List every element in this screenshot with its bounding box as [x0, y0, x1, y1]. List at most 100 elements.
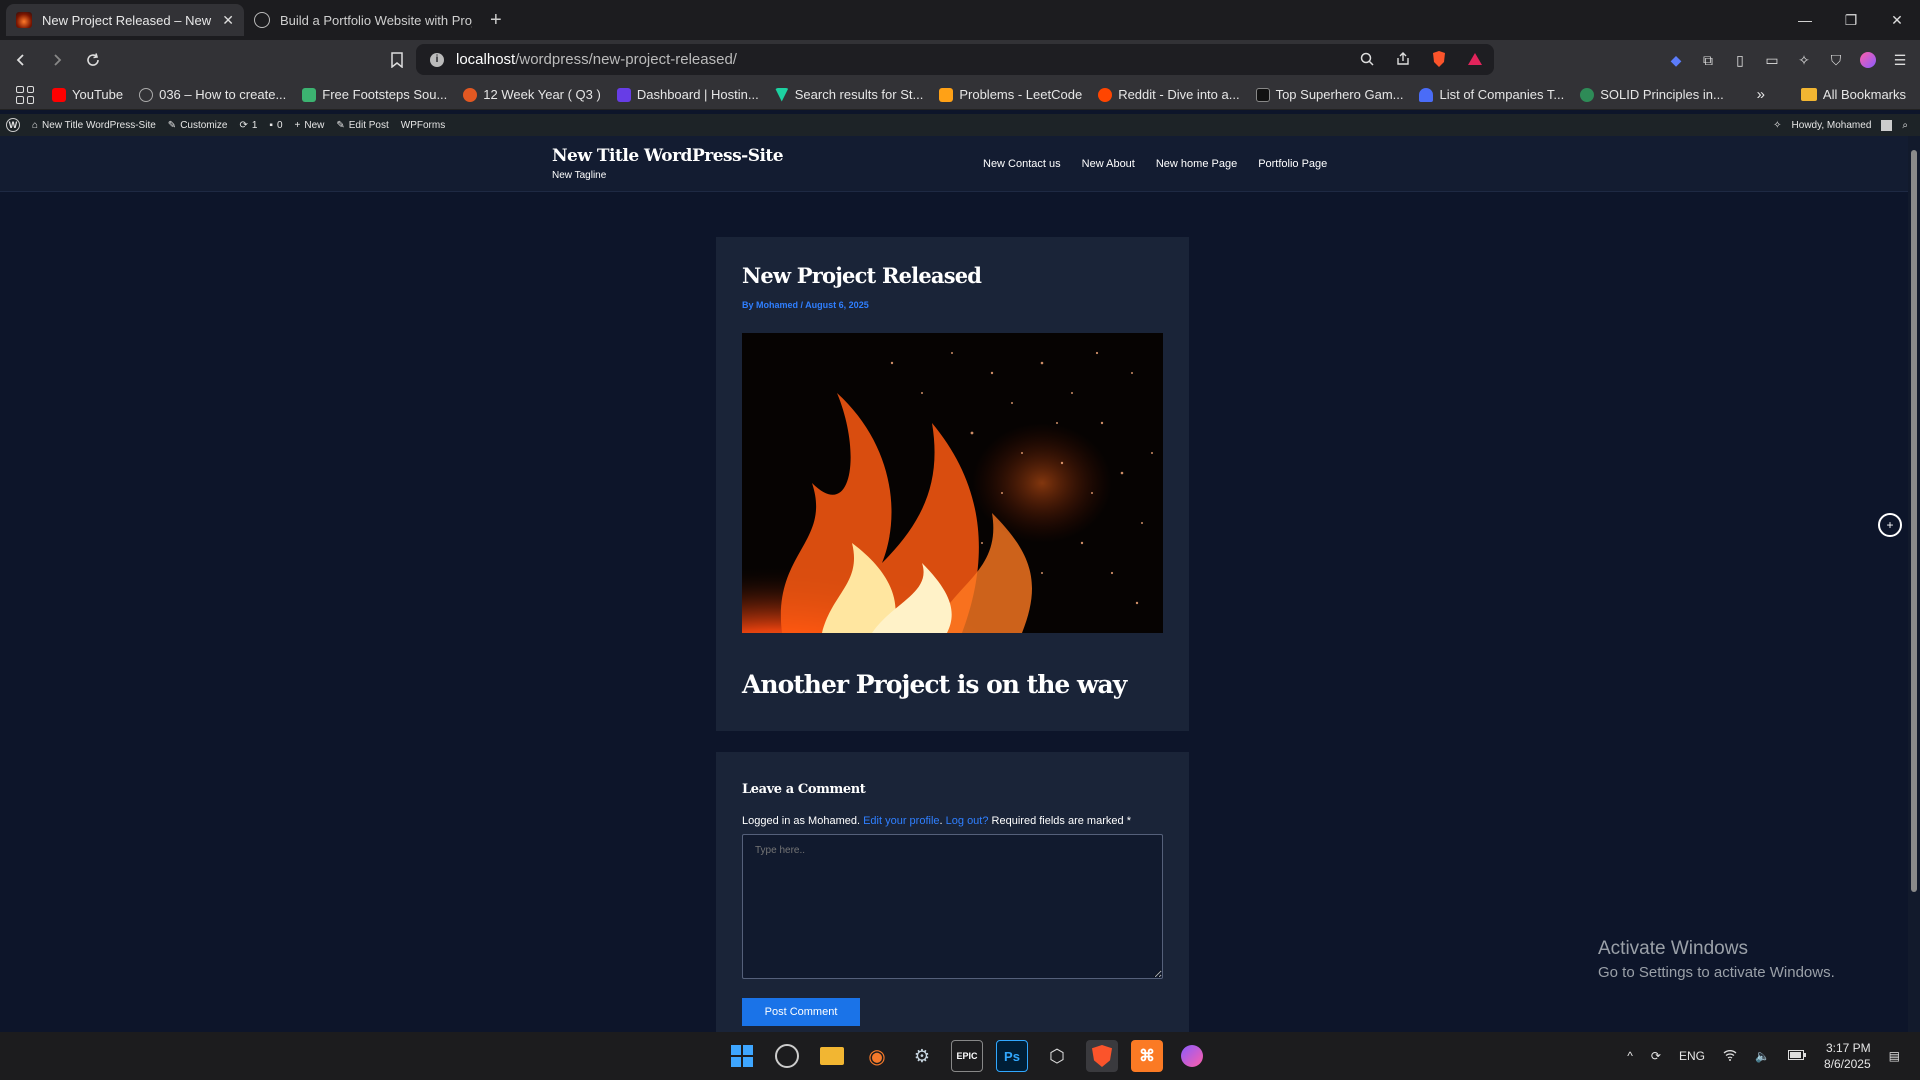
scrollbar-thumb[interactable] [1911, 150, 1917, 892]
bookmark-solid[interactable]: SOLID Principles in... [1580, 87, 1724, 102]
volume-icon[interactable]: 🔈 [1755, 1049, 1770, 1063]
howdy-user[interactable]: Howdy, Mohamed [1792, 120, 1872, 131]
sync-icon[interactable]: ⟳ [1651, 1049, 1661, 1063]
clock[interactable]: 3:17 PM 8/6/2025 [1824, 1040, 1871, 1072]
windows-start-icon[interactable] [726, 1040, 758, 1072]
wp-new[interactable]: + New [295, 120, 325, 131]
bookmark-label: Problems - LeetCode [959, 87, 1083, 102]
geeksforgeeks-icon [1580, 87, 1595, 102]
zoom-icon[interactable] [1358, 50, 1376, 68]
minimize-button[interactable]: — [1782, 0, 1828, 40]
all-bookmarks-button[interactable]: All Bookmarks [1823, 87, 1906, 102]
vpn-shield-icon[interactable]: ⛉ [1826, 50, 1846, 70]
fire-icon [463, 87, 478, 102]
battery-icon[interactable] [1787, 1049, 1806, 1063]
bookmarks-bar: YouTube 036 – How to create... Free Foot… [0, 80, 1920, 110]
tray-overflow-icon[interactable]: ^ [1627, 1049, 1633, 1063]
reload-button[interactable] [78, 45, 108, 75]
brave-rewards-icon[interactable] [1466, 50, 1484, 68]
blender-icon[interactable]: ◉ [861, 1040, 893, 1072]
menu-icon[interactable]: ☰ [1890, 50, 1910, 70]
aperture-app-icon[interactable] [775, 1044, 799, 1068]
back-button[interactable] [6, 45, 36, 75]
menu-item-portfolio[interactable]: Portfolio Page [1258, 158, 1327, 170]
restore-button[interactable]: ❐ [1828, 0, 1874, 40]
wp-site-name[interactable]: ⌂ New Title WordPress-Site [32, 120, 156, 131]
steam-icon[interactable]: ⚙ [906, 1040, 938, 1072]
menu-item-contact[interactable]: New Contact us [983, 158, 1061, 170]
ai-sparkle-icon[interactable]: ✧ [1773, 120, 1781, 131]
edit-profile-link[interactable]: Edit your profile [863, 815, 939, 827]
post-meta[interactable]: By Mohamed / August 6, 2025 [742, 300, 869, 310]
bookmark-search-results[interactable]: Search results for St... [774, 87, 924, 102]
youtube-icon [52, 87, 66, 102]
bookmark-page-icon[interactable] [382, 45, 412, 75]
updates-icon: ⟳ [239, 119, 248, 131]
url-host: localhost [456, 51, 516, 68]
leo-ai-icon[interactable]: ✧ [1794, 50, 1814, 70]
profile-icon[interactable] [1858, 50, 1878, 70]
site-title[interactable]: New Title WordPress-Site [552, 146, 784, 166]
tab-close-icon[interactable]: ✕ [222, 12, 234, 29]
bookmark-label: Reddit - Dive into a... [1118, 87, 1240, 102]
share-icon[interactable] [1394, 50, 1412, 68]
page-scrollbar[interactable] [1908, 136, 1920, 1032]
wp-edit-post[interactable]: ✎ Edit Post [336, 120, 388, 131]
close-window-button[interactable]: ✕ [1874, 0, 1920, 40]
new-tab-button[interactable]: + [490, 9, 502, 32]
extension-icon[interactable]: ◆ [1666, 50, 1686, 70]
file-explorer-icon[interactable] [816, 1040, 848, 1072]
wp-comments[interactable]: ▪ 0 [269, 120, 282, 131]
required-fields-text: Required fields are marked [991, 815, 1124, 827]
brave-browser-icon[interactable] [1086, 1040, 1118, 1072]
puzzle-icon[interactable]: ⧉ [1698, 50, 1718, 70]
site-info-icon[interactable]: i [430, 52, 444, 67]
bookmark-hostinger[interactable]: Dashboard | Hostin... [616, 87, 759, 102]
watermark-line1: Activate Windows [1598, 938, 1748, 959]
bookmark-label: Search results for St... [794, 87, 924, 102]
bookmark-companies[interactable]: List of Companies T... [1419, 87, 1564, 102]
wifi-icon[interactable] [1723, 1049, 1737, 1064]
bookmark-footsteps[interactable]: Free Footsteps Sou... [302, 87, 447, 102]
notification-icon[interactable]: ▤ [1889, 1049, 1900, 1063]
bookmark-12-week-year[interactable]: 12 Week Year ( Q3 ) [463, 87, 601, 102]
apps-grid-icon[interactable] [16, 85, 34, 104]
plus-icon: + [294, 119, 301, 131]
comment-textarea[interactable] [742, 834, 1163, 979]
post-comment-button[interactable]: Post Comment [742, 998, 860, 1026]
brave-shields-icon[interactable] [1430, 50, 1448, 68]
bookmark-superhero[interactable]: Top Superhero Gam... [1255, 87, 1403, 102]
wallet-icon[interactable]: ▭ [1762, 50, 1782, 70]
wp-customize[interactable]: ✎ Customize [168, 120, 228, 131]
fire-favicon-icon [16, 12, 32, 28]
logout-link[interactable]: Log out? [946, 815, 989, 827]
wp-updates[interactable]: ⟳ 1 [239, 120, 257, 131]
unity-icon[interactable]: ⬡ [1041, 1040, 1073, 1072]
user-avatar[interactable] [1881, 119, 1893, 131]
bookmark-reddit[interactable]: Reddit - Dive into a... [1098, 87, 1240, 102]
epic-games-icon[interactable]: EPIC [951, 1040, 983, 1072]
bookmarks-overflow-button[interactable]: » [1757, 86, 1765, 103]
wordpress-logo-icon[interactable]: W [6, 118, 20, 132]
sidebar-icon[interactable]: ▯ [1730, 50, 1750, 70]
xampp-icon[interactable]: ⌘ [1131, 1040, 1163, 1072]
bookmark-036[interactable]: 036 – How to create... [139, 87, 286, 102]
primary-menu: New Contact us New About New home Page P… [983, 158, 1327, 170]
brave-nightly-icon[interactable] [1176, 1040, 1208, 1072]
photoshop-icon[interactable]: Ps [996, 1040, 1028, 1072]
forward-button[interactable] [42, 45, 72, 75]
wp-wpforms[interactable]: WPForms [401, 120, 445, 131]
person-icon [1419, 87, 1434, 102]
menu-item-home[interactable]: New home Page [1156, 158, 1237, 170]
wp-search-icon[interactable]: ⌕ [1902, 120, 1908, 131]
tab-title: Build a Portfolio Website with Project [280, 12, 472, 28]
menu-item-about[interactable]: New About [1082, 158, 1135, 170]
bookmark-leetcode[interactable]: Problems - LeetCode [939, 87, 1082, 102]
tab-new-project-released[interactable]: New Project Released – New Title ✕ [6, 4, 244, 36]
bookmark-youtube[interactable]: YouTube [52, 87, 123, 102]
tab-build-portfolio[interactable]: Build a Portfolio Website with Project [244, 4, 482, 36]
browser-toolbar: i localhost/wordpress/new-project-releas… [0, 40, 1920, 80]
address-bar[interactable]: i localhost/wordpress/new-project-releas… [416, 44, 1494, 75]
zoom-lens-icon[interactable]: + [1878, 513, 1902, 537]
language-indicator[interactable]: ENG [1679, 1049, 1705, 1063]
